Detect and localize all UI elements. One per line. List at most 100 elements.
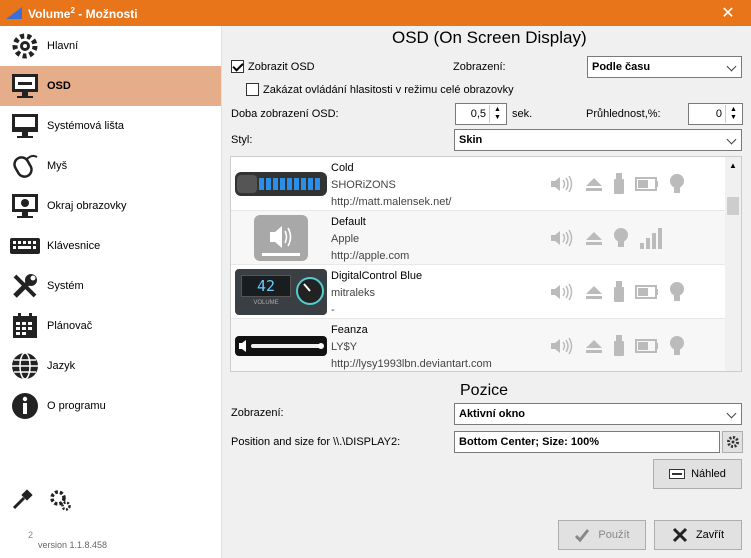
sidebar-item-osd[interactable]: OSD — [0, 66, 221, 106]
screen-edge-icon — [8, 189, 42, 223]
skin-capabilities — [549, 227, 663, 252]
sidebar-item-okraj-obrazovky[interactable]: Okraj obrazovky — [0, 186, 221, 226]
sidebar-item-label: Myš — [47, 160, 68, 172]
sidebar-item-hlavni[interactable]: Hlavní — [0, 26, 221, 66]
osd-display-value: Podle času — [592, 61, 651, 73]
list-item[interactable]: Cold SHORiZONS http://matt.malensek.net/ — [231, 157, 726, 211]
duration-spinner[interactable]: 0,5 ▲ ▼ — [455, 103, 507, 125]
position-display-value: Aktivní okno — [459, 408, 526, 420]
battery-icon — [635, 339, 659, 356]
style-select[interactable]: Skin — [454, 129, 742, 151]
sidebar-item-label: Okraj obrazovky — [47, 200, 127, 212]
skin-preview-image — [235, 215, 327, 261]
sidebar-item-systemova-lista[interactable]: Systémová lišta — [0, 106, 221, 146]
skin-name: Cold — [331, 162, 354, 174]
spinner-arrows-icon[interactable]: ▲ ▼ — [489, 105, 505, 123]
skin-url: http://lysy1993lbn.deviantart.com — [331, 358, 492, 370]
scrollbar-thumb[interactable] — [727, 197, 739, 215]
sidebar-item-label: OSD — [47, 80, 71, 92]
skin-name: Feanza — [331, 324, 368, 336]
skin-url: http://matt.malensek.net/ — [331, 196, 452, 208]
spinner-arrows-icon[interactable]: ▲ ▼ — [725, 105, 741, 123]
usb-icon — [613, 335, 625, 360]
sidebar-item-label: Plánovač — [47, 320, 93, 332]
preview-button[interactable]: Náhled — [653, 459, 742, 489]
chevron-down-icon — [726, 61, 737, 72]
skin-list[interactable]: Cold SHORiZONS http://matt.malensek.net/… — [230, 156, 742, 372]
eject-icon — [585, 284, 603, 303]
skin-preview-image: 42 VOLUME — [235, 269, 327, 315]
skin-author: Apple — [331, 233, 360, 245]
gears-icon — [8, 29, 42, 63]
skin-list-scrollbar[interactable]: ▲ — [725, 157, 741, 371]
mouse-icon — [8, 149, 42, 183]
settings-gear-icon[interactable] — [48, 488, 72, 515]
sidebar-item-klavesnice[interactable]: Klávesnice — [0, 226, 221, 266]
position-size-value: Bottom Center; Size: 100% — [459, 436, 599, 448]
checkmark-icon — [575, 529, 590, 543]
disable-fullscreen-checkbox[interactable] — [246, 83, 259, 96]
info-icon — [8, 389, 42, 423]
sidebar-item-mys[interactable]: Myš — [0, 146, 221, 186]
bulb-icon — [613, 227, 629, 252]
brush-icon[interactable] — [10, 488, 34, 515]
eject-icon — [585, 176, 603, 195]
osd-heading: OSD (On Screen Display) — [392, 28, 587, 47]
list-item[interactable]: Feanza LY$Y http://lysy1993lbn.deviantar… — [231, 319, 726, 371]
sidebar-item-label: O programu — [47, 400, 106, 412]
style-value: Skin — [459, 134, 483, 146]
transparency-label: Průhlednost,%: — [586, 108, 661, 120]
globe-icon — [8, 349, 42, 383]
skin-name: Default — [331, 216, 366, 228]
sidebar-item-planovac[interactable]: Plánovač — [0, 306, 221, 346]
skin-url: - — [331, 304, 335, 316]
version-label: version 1.1.8.458 — [38, 540, 108, 550]
close-button[interactable]: Zavřít — [654, 520, 742, 550]
position-size-label: Position and size for \\.\DISPLAY2: — [231, 436, 401, 448]
sidebar-item-label: Klávesnice — [47, 240, 101, 252]
skin-author: mitraleks — [331, 287, 376, 299]
eject-icon — [585, 338, 603, 357]
position-settings-button[interactable] — [722, 431, 743, 453]
skin-capabilities — [549, 335, 685, 360]
preview-icon — [669, 469, 686, 479]
keyboard-icon — [8, 229, 42, 263]
gear-icon — [726, 436, 739, 448]
sidebar-item-o-programu[interactable]: O programu — [0, 386, 221, 426]
sidebar-item-system[interactable]: Systém — [0, 266, 221, 306]
skin-preview-image — [235, 161, 327, 207]
skin-capabilities — [549, 173, 685, 198]
transparency-spinner[interactable]: 0 ▲ ▼ — [688, 103, 743, 125]
sidebar-item-label: Systém — [47, 280, 84, 292]
skin-preview-number: 42 — [241, 275, 291, 297]
osd-display-select[interactable]: Podle času — [587, 56, 742, 78]
close-window-button[interactable]: ✕ — [705, 0, 751, 26]
sidebar-item-label: Jazyk — [47, 360, 76, 372]
main-panel: OSD (On Screen Display) Zobrazit OSD Zob… — [222, 26, 751, 558]
speaker-icon — [549, 282, 575, 305]
battery-icon — [635, 285, 659, 302]
position-display-select[interactable]: Aktivní okno — [454, 403, 742, 425]
skin-preview-image — [235, 323, 327, 369]
list-item[interactable]: 42 VOLUME DigitalControl Blue mitraleks … — [231, 265, 726, 319]
calendar-icon — [8, 309, 42, 343]
usb-icon — [613, 281, 625, 306]
disable-fullscreen-row: Zakázat ovládání hlasitosti v režimu cel… — [246, 83, 514, 96]
apply-button[interactable]: Použít — [558, 520, 646, 550]
duration-label: Doba zobrazení OSD: — [231, 108, 339, 120]
bulb-icon — [669, 335, 685, 360]
chevron-down-icon — [726, 134, 737, 145]
skin-name: DigitalControl Blue — [331, 270, 423, 282]
duration-value: 0,5 — [470, 108, 486, 120]
monitor-icon — [8, 69, 42, 103]
close-icon — [672, 527, 687, 543]
sidebar-item-jazyk[interactable]: Jazyk — [0, 346, 221, 386]
position-size-field[interactable]: Bottom Center; Size: 100% — [454, 431, 720, 453]
list-item[interactable]: Default Apple http://apple.com — [231, 211, 726, 265]
show-osd-checkbox[interactable] — [231, 60, 244, 73]
signal-bars-icon — [639, 227, 663, 252]
eject-icon — [585, 230, 603, 249]
version-superscript: 2 — [28, 530, 34, 540]
scroll-up-icon[interactable]: ▲ — [729, 161, 737, 170]
knob-icon — [296, 277, 324, 305]
